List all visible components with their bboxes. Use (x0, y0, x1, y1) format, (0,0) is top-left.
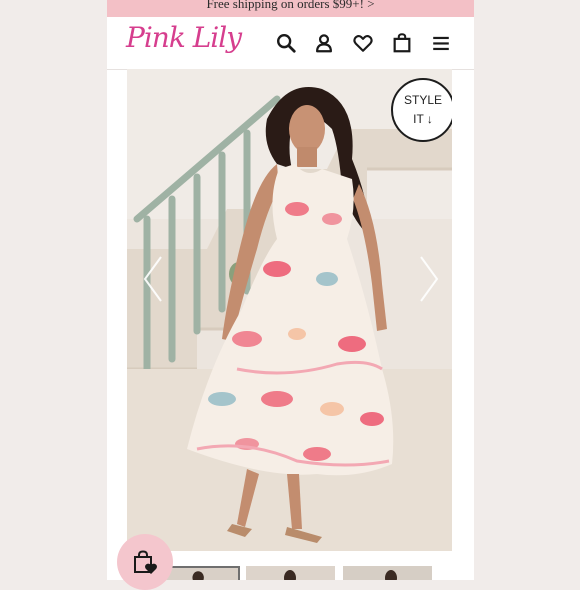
previous-image-arrow-icon[interactable] (139, 253, 167, 305)
shopping-bag-heart-icon (134, 550, 157, 574)
product-image[interactable]: STYLE IT ↓ (127, 69, 452, 551)
product-photo (127, 69, 452, 551)
product-page: Free shipping on orders $99+! > Pink Lil… (107, 0, 474, 580)
promo-banner[interactable]: Free shipping on orders $99+! > (107, 0, 474, 17)
style-it-label-line1: STYLE (403, 93, 442, 107)
search-icon[interactable] (275, 32, 297, 54)
account-icon[interactable] (313, 32, 335, 54)
thumbnail-1[interactable] (162, 566, 240, 580)
next-image-arrow-icon[interactable] (415, 253, 443, 305)
menu-icon[interactable] (430, 32, 452, 54)
shopping-bag-icon[interactable] (391, 32, 413, 54)
brand-logo[interactable]: Pink Lily (126, 21, 242, 54)
shopping-bag-heart-button[interactable] (117, 534, 173, 590)
site-header: Pink Lily (107, 17, 474, 70)
style-it-label-line2: IT ↓ (413, 112, 433, 126)
promo-text[interactable]: Free shipping on orders $99+! > (206, 0, 374, 11)
thumbnail-3[interactable] (343, 566, 432, 580)
heart-icon[interactable] (352, 32, 374, 54)
style-it-button[interactable]: STYLE IT ↓ (391, 78, 452, 142)
thumbnail-2[interactable] (246, 566, 335, 580)
